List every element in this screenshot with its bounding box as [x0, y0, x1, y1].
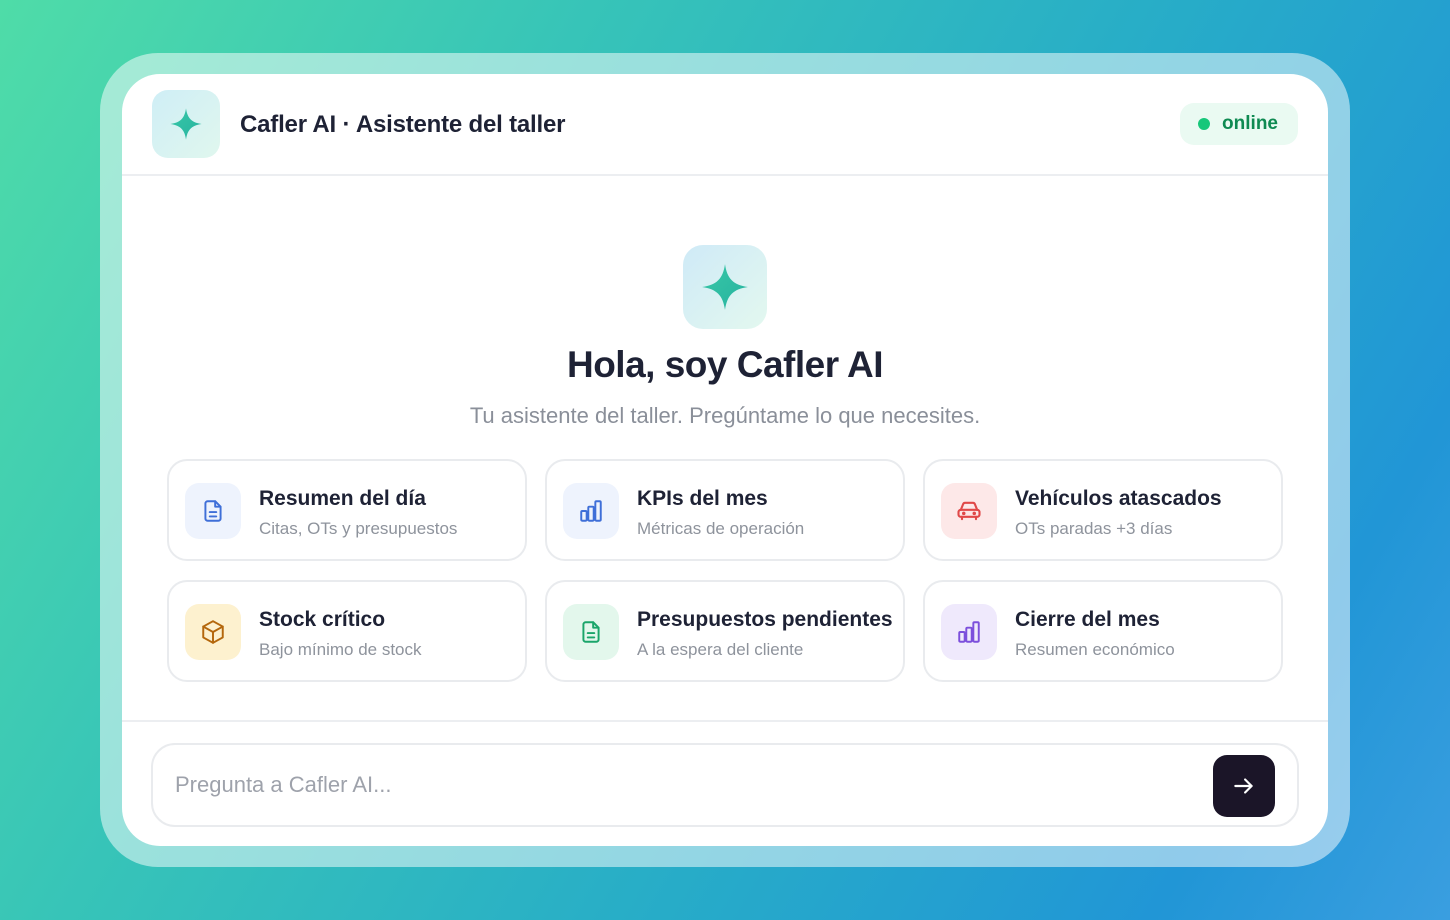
suggestion-icon-tile	[185, 604, 241, 660]
suggestion-resumen-del-dia[interactable]: Resumen del día Citas, OTs y presupuesto…	[167, 459, 527, 561]
suggestion-subtitle: Resumen económico	[1015, 640, 1175, 659]
box-icon	[202, 620, 224, 644]
suggestion-icon-tile	[941, 604, 997, 660]
suggestion-title: Stock crítico	[259, 608, 386, 631]
status-dot	[1198, 118, 1211, 130]
car-icon	[957, 501, 981, 521]
suggestion-subtitle: Bajo mínimo de stock	[259, 640, 422, 659]
suggestion-vehiculos-atascados[interactable]: Vehículos atascados OTs paradas +3 días	[923, 459, 1283, 561]
header: Cafler AI · Asistente del taller online	[122, 74, 1328, 176]
suggestion-icon-tile	[941, 483, 997, 539]
suggestion-cierre-del-mes[interactable]: Cierre del mes Resumen económico	[923, 580, 1283, 682]
suggestion-icon-tile	[563, 604, 619, 660]
suggestion-grid: Resumen del día Citas, OTs y presupuesto…	[167, 459, 1283, 682]
document-icon	[582, 621, 600, 643]
bar-chart-icon	[958, 621, 980, 643]
suggestion-icon-tile	[185, 483, 241, 539]
suggestion-stock-critico[interactable]: Stock crítico Bajo mínimo de stock	[167, 580, 527, 682]
hero-logo-tile	[683, 245, 767, 329]
page-title: Cafler AI · Asistente del taller	[240, 111, 566, 138]
suggestion-subtitle: OTs paradas +3 días	[1015, 519, 1173, 538]
document-icon	[204, 500, 222, 522]
sparkle-icon	[702, 264, 748, 310]
hero-subtitle: Tu asistente del taller. Pregúntame lo q…	[469, 403, 981, 428]
suggestion-presupuestos-pendientes[interactable]: Presupuestos pendientes A la espera del …	[545, 580, 905, 682]
composer	[122, 720, 1328, 846]
suggestion-title: KPIs del mes	[637, 487, 768, 510]
sparkle-icon	[170, 108, 202, 140]
hero-title: Hola, soy Cafler AI	[566, 344, 884, 385]
status-badge: online	[1180, 103, 1298, 145]
composer-box	[151, 743, 1299, 827]
suggestion-title: Resumen del día	[259, 487, 426, 510]
arrow-right-icon	[1234, 778, 1253, 794]
send-button[interactable]	[1213, 755, 1275, 817]
logo-tile	[152, 90, 220, 158]
suggestion-subtitle: A la espera del cliente	[637, 640, 804, 659]
status-text: online	[1222, 113, 1278, 134]
suggestion-subtitle: Citas, OTs y presupuestos	[259, 519, 458, 538]
suggestion-title: Vehículos atascados	[1015, 487, 1222, 510]
suggestion-title: Presupuestos pendientes	[637, 608, 893, 631]
assistant-panel: Cafler AI · Asistente del taller online …	[122, 74, 1328, 846]
suggestion-icon-tile	[563, 483, 619, 539]
chat-input[interactable]	[175, 763, 1195, 807]
suggestion-title: Cierre del mes	[1015, 608, 1160, 631]
suggestion-kpis-del-mes[interactable]: KPIs del mes Métricas de operación	[545, 459, 905, 561]
bar-chart-icon	[580, 500, 602, 522]
suggestion-subtitle: Métricas de operación	[637, 519, 805, 538]
